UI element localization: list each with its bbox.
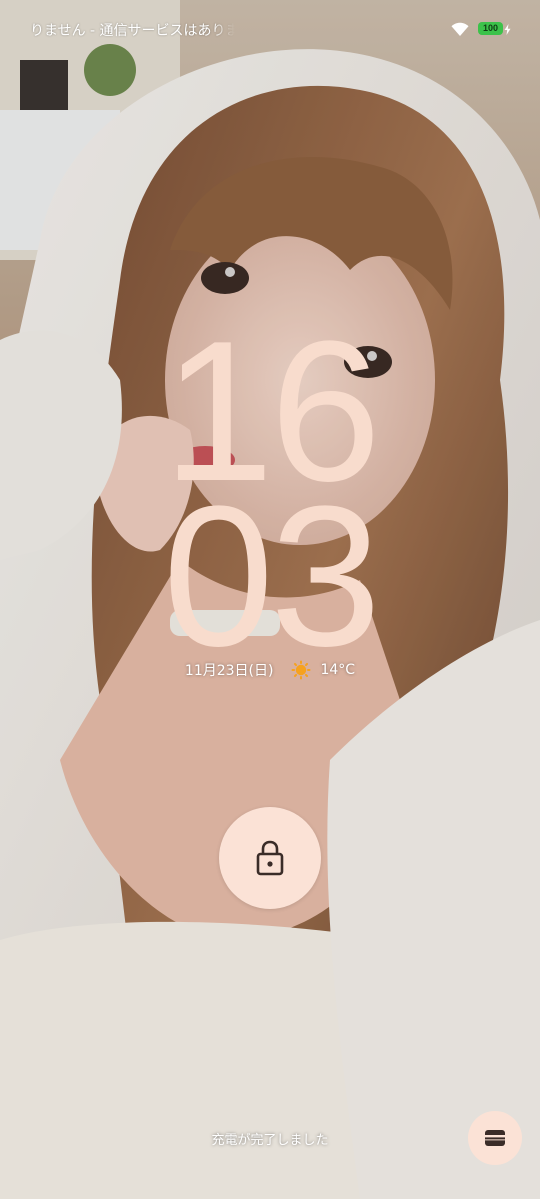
- date-weather-row[interactable]: 11月23日(日) 14°C: [0, 659, 540, 681]
- battery-indicator: 100: [478, 21, 511, 37]
- wallet-icon: [485, 1130, 505, 1146]
- wifi-icon: [451, 22, 469, 36]
- padlock-icon: [256, 840, 284, 876]
- wallet-shortcut-button[interactable]: [468, 1111, 522, 1165]
- bolt-icon: [504, 24, 511, 35]
- battery-level: 100: [482, 23, 499, 33]
- status-bar: りません - 通信サービスはありませ 100: [0, 0, 540, 56]
- date-text: 11月23日(日): [184, 663, 274, 679]
- carrier-status-text: りません - 通信サービスはありませ: [30, 23, 235, 39]
- clock-minutes: 03: [162, 465, 381, 688]
- charging-status-text: 充電が完了しました: [211, 1133, 329, 1148]
- lock-screen: りません - 通信サービスはありませ 100 16 03 11月23日(日) 1…: [0, 0, 540, 1199]
- unlock-button[interactable]: [219, 807, 321, 909]
- sun-icon: [291, 660, 311, 680]
- temperature-text: 14°C: [320, 662, 356, 678]
